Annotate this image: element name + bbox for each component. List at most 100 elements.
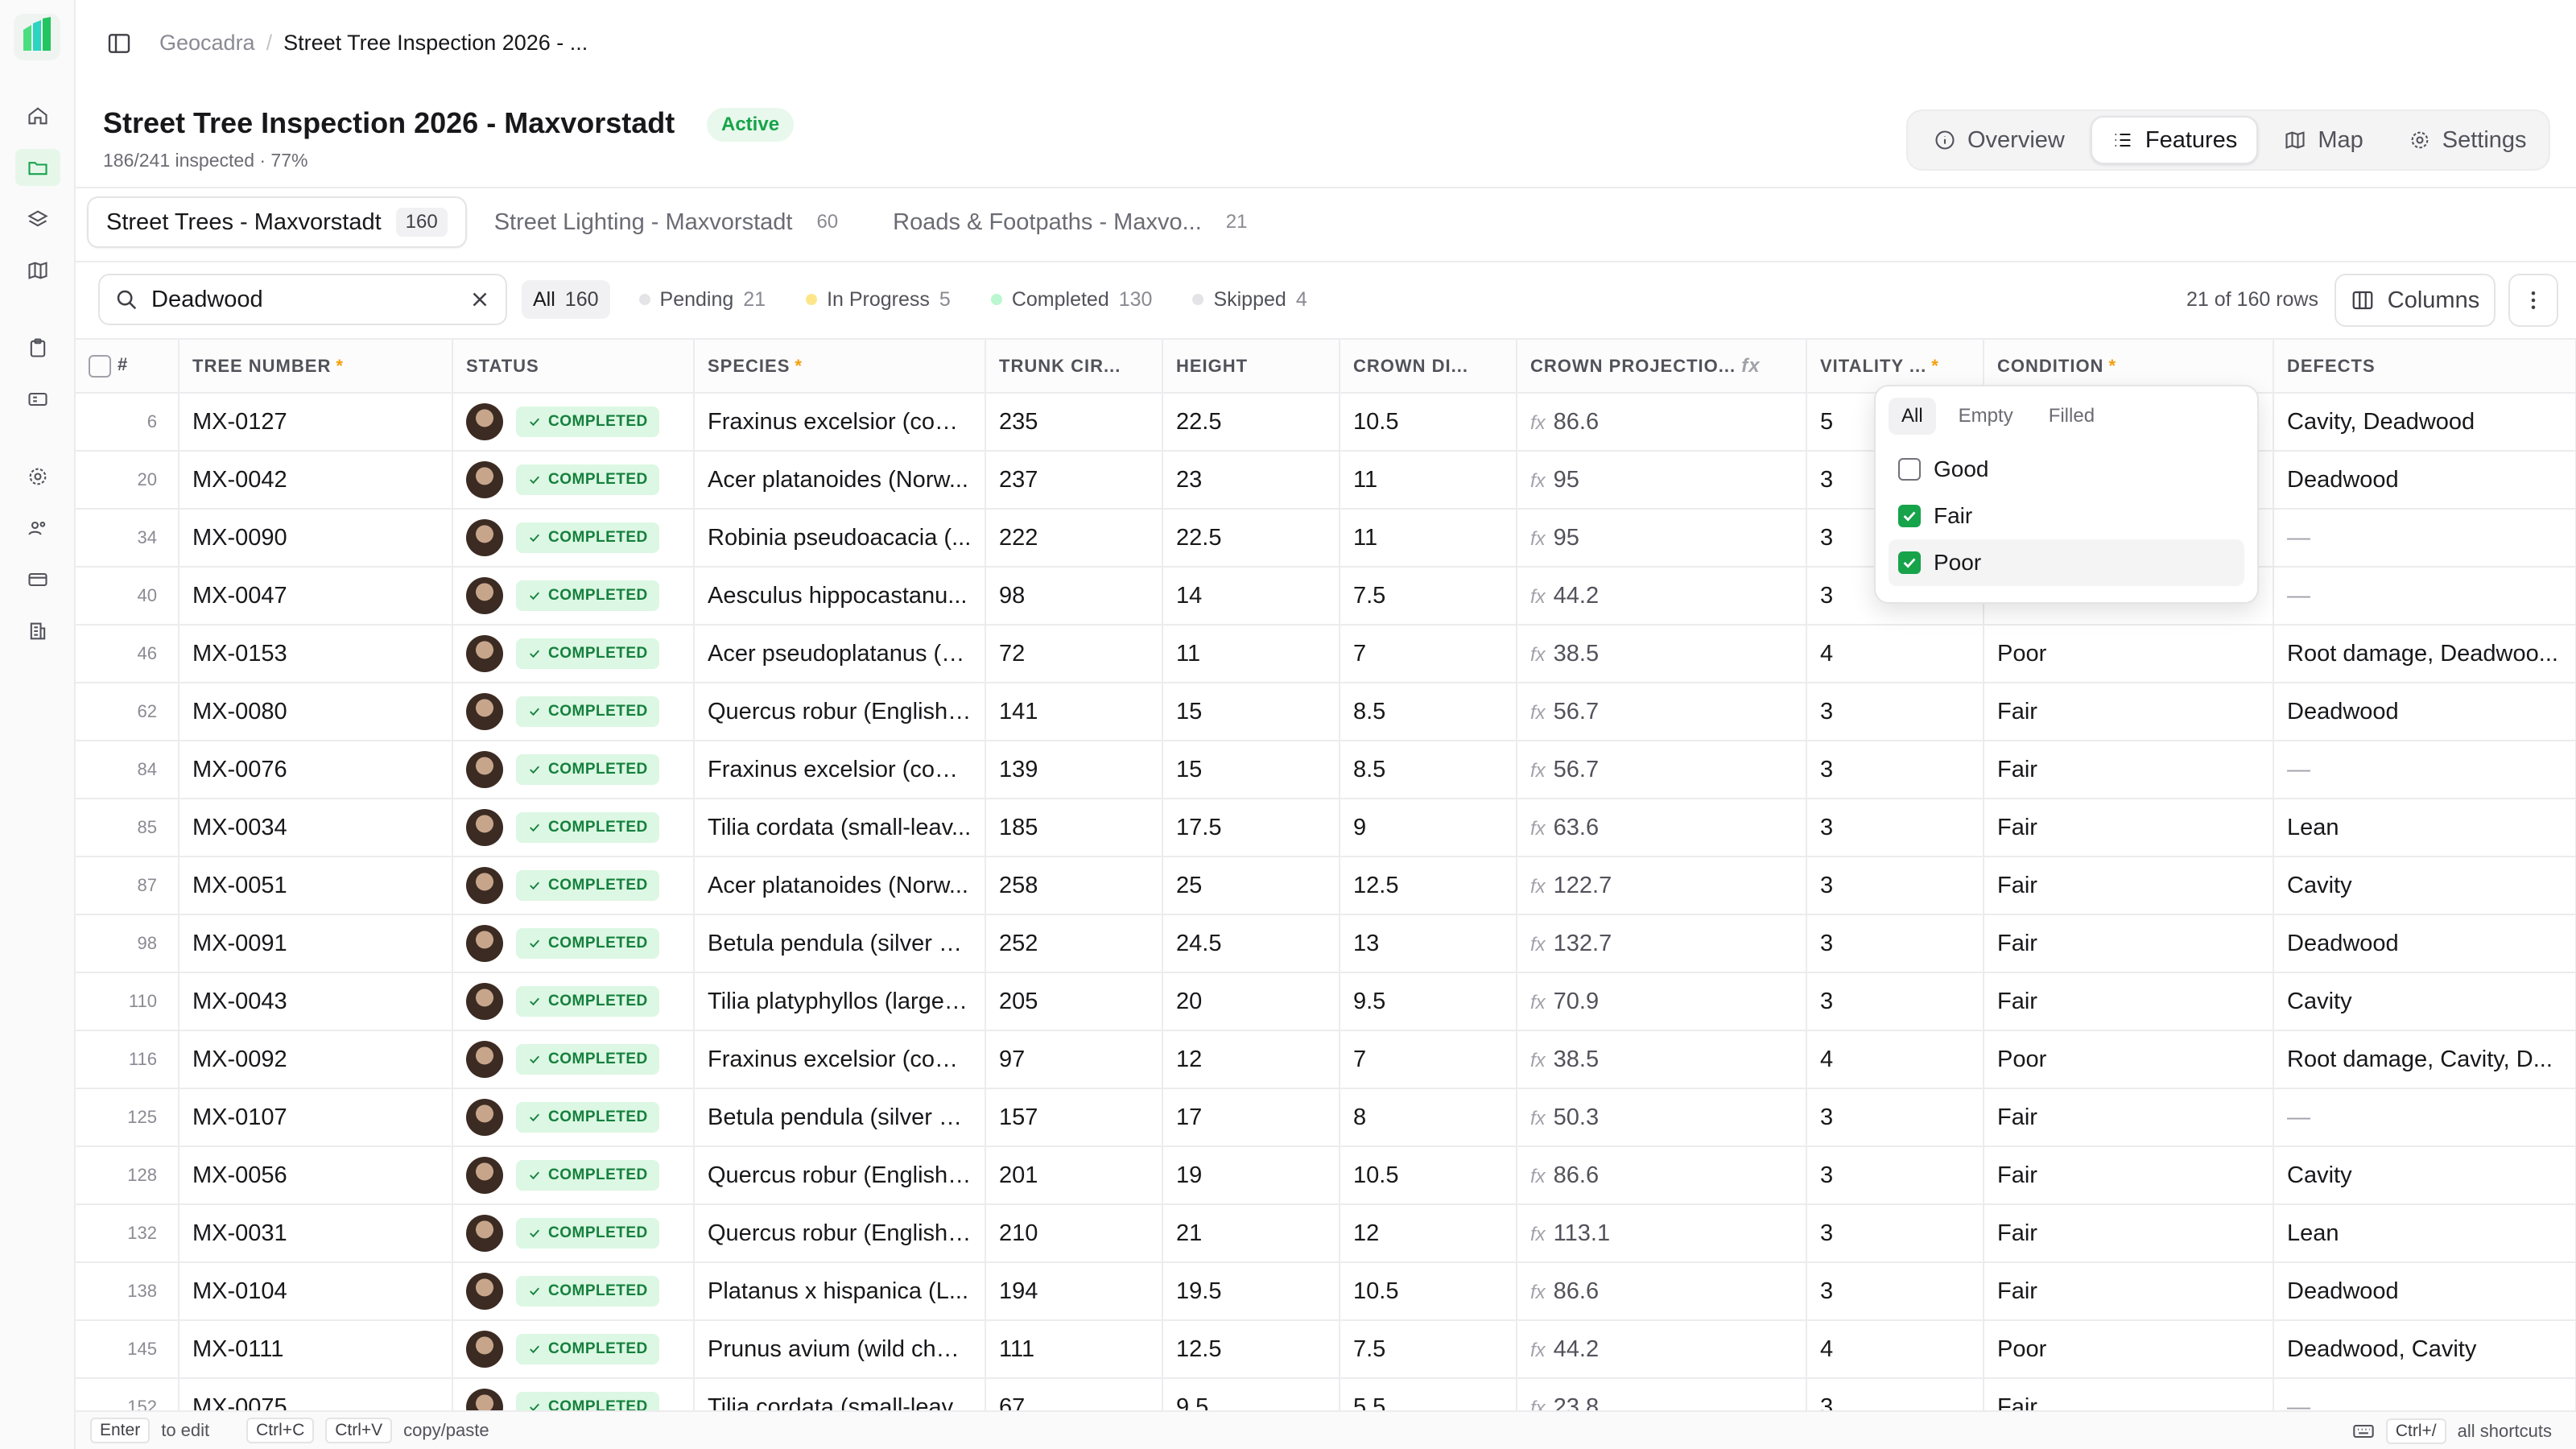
crown-projection-cell[interactable]: fx 38.5 bbox=[1517, 1030, 1807, 1089]
trunk-circumference-cell[interactable]: 111 bbox=[985, 1320, 1163, 1379]
column-header-crown-projection[interactable]: CROWN PROJECTIO... fx bbox=[1517, 340, 1807, 394]
tree-number-cell[interactable]: MX-0080 bbox=[179, 683, 453, 741]
status-cell[interactable]: COMPLETED bbox=[452, 1262, 695, 1321]
species-cell[interactable]: Acer platanoides (Norw... bbox=[694, 857, 986, 915]
species-cell[interactable]: Tilia cordata (small-leav... bbox=[694, 1378, 986, 1410]
condition-cell[interactable]: Fair bbox=[1984, 683, 2274, 741]
vitality-cell[interactable]: 4 bbox=[1806, 1320, 1984, 1379]
app-logo[interactable] bbox=[14, 14, 60, 60]
height-cell[interactable]: 25 bbox=[1162, 857, 1340, 915]
status-cell[interactable]: COMPLETED bbox=[452, 451, 695, 510]
condition-cell[interactable]: Fair bbox=[1984, 1146, 2274, 1205]
layers-icon[interactable] bbox=[25, 206, 51, 232]
defects-cell[interactable]: Deadwood bbox=[2273, 914, 2576, 973]
condition-cell[interactable]: Poor bbox=[1984, 625, 2274, 683]
trunk-circumference-cell[interactable]: 141 bbox=[985, 683, 1163, 741]
defects-cell[interactable]: — bbox=[2273, 1088, 2576, 1147]
trunk-circumference-cell[interactable]: 258 bbox=[985, 857, 1163, 915]
status-filter-in-progress[interactable]: In Progress 5 bbox=[795, 280, 962, 319]
breadcrumb-root[interactable]: Geocadra bbox=[159, 31, 255, 56]
species-cell[interactable]: Platanus x hispanica (L... bbox=[694, 1262, 986, 1321]
species-cell[interactable]: Quercus robur (English ... bbox=[694, 683, 986, 741]
species-cell[interactable]: Tilia platyphyllos (large-l... bbox=[694, 972, 986, 1031]
table-row[interactable]: 152 MX-0075 COMPLETED Tilia cordata (small-… bbox=[76, 1378, 2576, 1410]
condition-cell[interactable]: Fair bbox=[1984, 1378, 2274, 1410]
defects-cell[interactable]: — bbox=[2273, 741, 2576, 799]
trunk-circumference-cell[interactable]: 194 bbox=[985, 1262, 1163, 1321]
height-cell[interactable]: 12 bbox=[1162, 1030, 1340, 1089]
status-cell[interactable]: COMPLETED bbox=[452, 799, 695, 857]
species-cell[interactable]: Robinia pseudoacacia (... bbox=[694, 509, 986, 568]
height-cell[interactable]: 9.5 bbox=[1162, 1378, 1340, 1410]
tree-number-cell[interactable]: MX-0042 bbox=[179, 451, 453, 510]
height-cell[interactable]: 22.5 bbox=[1162, 509, 1340, 568]
species-cell[interactable]: Fraxinus excelsior (com... bbox=[694, 741, 986, 799]
crown-projection-cell[interactable]: fx 95 bbox=[1517, 509, 1807, 568]
defects-cell[interactable]: Root damage, Cavity, D... bbox=[2273, 1030, 2576, 1089]
home-icon[interactable] bbox=[25, 103, 51, 129]
tree-number-cell[interactable]: MX-0104 bbox=[179, 1262, 453, 1321]
vitality-cell[interactable]: 3 bbox=[1806, 1088, 1984, 1147]
tab-settings[interactable]: Settings bbox=[2389, 116, 2546, 164]
status-cell[interactable]: COMPLETED bbox=[452, 741, 695, 799]
row-index-cell[interactable]: 125 bbox=[76, 1088, 180, 1147]
status-cell[interactable]: COMPLETED bbox=[452, 1378, 695, 1410]
row-index-cell[interactable]: 110 bbox=[76, 972, 180, 1031]
table-row[interactable]: 87 MX-0051 COMPLETED Acer platanoides (Norw… bbox=[76, 857, 2576, 915]
defects-cell[interactable]: Deadwood bbox=[2273, 683, 2576, 741]
column-header-index[interactable]: # bbox=[76, 340, 180, 394]
row-index-cell[interactable]: 40 bbox=[76, 567, 180, 625]
gear-icon[interactable] bbox=[25, 464, 51, 489]
defects-cell[interactable]: Root damage, Deadwoo... bbox=[2273, 625, 2576, 683]
crown-diameter-cell[interactable]: 7.5 bbox=[1340, 1320, 1517, 1379]
vitality-cell[interactable]: 3 bbox=[1806, 1262, 1984, 1321]
condition-poor-checkbox[interactable] bbox=[1898, 551, 1921, 574]
column-header-defects[interactable]: DEFECTS bbox=[2273, 340, 2576, 394]
height-cell[interactable]: 19 bbox=[1162, 1146, 1340, 1205]
trunk-circumference-cell[interactable]: 252 bbox=[985, 914, 1163, 973]
species-cell[interactable]: Fraxinus excelsior (com... bbox=[694, 1030, 986, 1089]
trunk-circumference-cell[interactable]: 139 bbox=[985, 741, 1163, 799]
height-cell[interactable]: 19.5 bbox=[1162, 1262, 1340, 1321]
tab-map[interactable]: Map bbox=[2264, 116, 2382, 164]
crown-diameter-cell[interactable]: 5.5 bbox=[1340, 1378, 1517, 1410]
crown-diameter-cell[interactable]: 9.5 bbox=[1340, 972, 1517, 1031]
tree-number-cell[interactable]: MX-0047 bbox=[179, 567, 453, 625]
species-cell[interactable]: Prunus avium (wild cher... bbox=[694, 1320, 986, 1379]
row-index-cell[interactable]: 85 bbox=[76, 799, 180, 857]
height-cell[interactable]: 22.5 bbox=[1162, 393, 1340, 452]
vitality-cell[interactable]: 4 bbox=[1806, 625, 1984, 683]
height-cell[interactable]: 23 bbox=[1162, 451, 1340, 510]
table-row[interactable]: 116 MX-0092 COMPLETED Fraxinus excelsior (c… bbox=[76, 1030, 2576, 1089]
height-cell[interactable]: 15 bbox=[1162, 741, 1340, 799]
table-row[interactable]: 62 MX-0080 COMPLETED Quercus robur (English… bbox=[76, 683, 2576, 741]
status-cell[interactable]: COMPLETED bbox=[452, 625, 695, 683]
status-filter-pending[interactable]: Pending 21 bbox=[628, 280, 778, 319]
table-row[interactable]: 128 MX-0056 COMPLETED Quercus robur (Englis… bbox=[76, 1146, 2576, 1205]
row-index-cell[interactable]: 84 bbox=[76, 741, 180, 799]
status-filter-completed[interactable]: Completed 130 bbox=[980, 280, 1164, 319]
crown-projection-cell[interactable]: fx 56.7 bbox=[1517, 683, 1807, 741]
id-card-icon[interactable] bbox=[25, 386, 51, 412]
defects-cell[interactable]: — bbox=[2273, 567, 2576, 625]
height-cell[interactable]: 15 bbox=[1162, 683, 1340, 741]
condition-cell[interactable]: Fair bbox=[1984, 799, 2274, 857]
status-cell[interactable]: COMPLETED bbox=[452, 567, 695, 625]
trunk-circumference-cell[interactable]: 222 bbox=[985, 509, 1163, 568]
species-cell[interactable]: Acer pseudoplatanus (s... bbox=[694, 625, 986, 683]
trunk-circumference-cell[interactable]: 237 bbox=[985, 451, 1163, 510]
crown-diameter-cell[interactable]: 8.5 bbox=[1340, 683, 1517, 741]
table-row[interactable]: 46 MX-0153 COMPLETED Acer pseudoplatanus (s… bbox=[76, 625, 2576, 683]
sidebar-toggle-icon[interactable] bbox=[106, 31, 132, 56]
status-cell[interactable]: COMPLETED bbox=[452, 1030, 695, 1089]
layer-tab-roads-footpaths[interactable]: Roads & Footpaths - Maxvo... 21 bbox=[875, 196, 1274, 248]
table-row[interactable]: 138 MX-0104 COMPLETED Platanus x hispanica … bbox=[76, 1262, 2576, 1321]
projects-icon[interactable] bbox=[15, 149, 60, 186]
crown-diameter-cell[interactable]: 10.5 bbox=[1340, 1262, 1517, 1321]
tree-number-cell[interactable]: MX-0051 bbox=[179, 857, 453, 915]
status-cell[interactable]: COMPLETED bbox=[452, 1204, 695, 1263]
row-index-cell[interactable]: 98 bbox=[76, 914, 180, 973]
column-header-tree-number[interactable]: TREE NUMBER * bbox=[179, 340, 453, 394]
condition-cell[interactable]: Fair bbox=[1984, 1088, 2274, 1147]
height-cell[interactable]: 12.5 bbox=[1162, 1320, 1340, 1379]
